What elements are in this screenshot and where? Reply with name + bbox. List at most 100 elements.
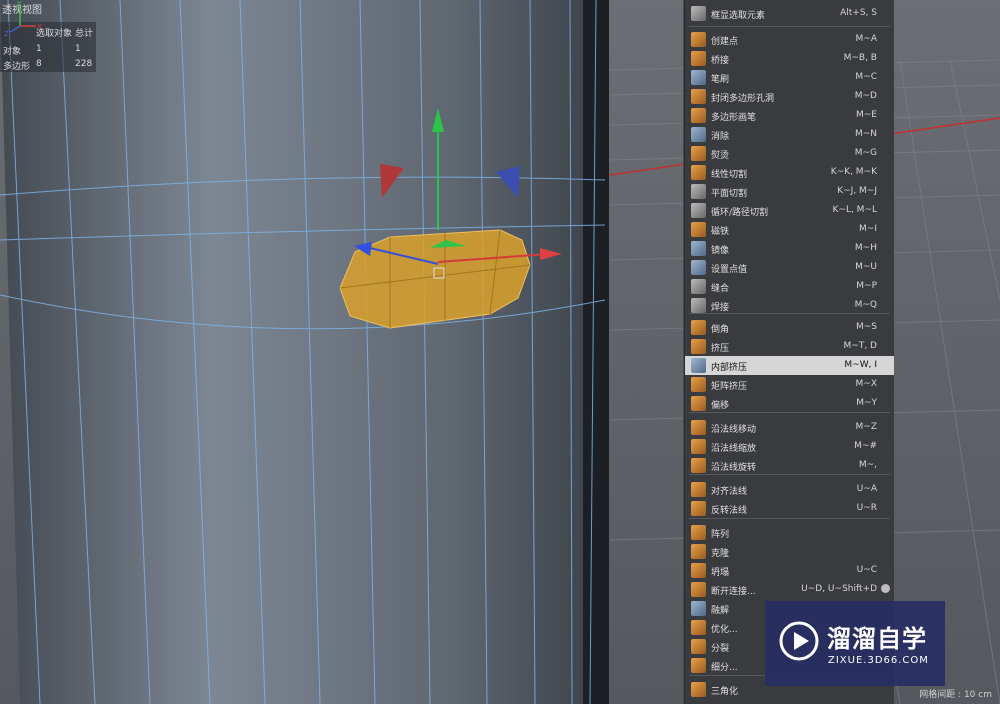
extrude-icon	[691, 339, 706, 354]
menu-item-shortcut: U~A	[856, 484, 877, 494]
menu-item[interactable]: 熨烫 M~G	[685, 144, 894, 163]
menu-item[interactable]: 偏移 M~Y	[685, 394, 894, 413]
menu-item[interactable]: 笔刷 M~C	[685, 68, 894, 87]
menu-item-label: 创建点	[711, 37, 739, 47]
menu-item-shortcut: U~C	[856, 565, 877, 575]
line-cut-icon	[691, 165, 706, 180]
clone-icon	[691, 544, 706, 559]
menu-item-shortcut: K~L, M~L	[832, 205, 878, 215]
menu-item[interactable]: 镜像 M~H	[685, 239, 894, 258]
menu-item[interactable]: 平面切割 K~J, M~J	[685, 182, 894, 201]
menu-item[interactable]: 多边形画笔 M~E	[685, 106, 894, 125]
menu-item-shortcut: M~G	[854, 148, 877, 158]
menu-item[interactable]: 沿法线旋转 M~,	[685, 456, 894, 475]
normal-rotate-icon	[691, 458, 706, 473]
menu-item[interactable]: 断开连接... U~D, U~Shift+D	[685, 580, 894, 599]
offset-icon	[691, 396, 706, 411]
menu-item[interactable]: 矩阵挤压 M~X	[685, 375, 894, 394]
inner-extrude-icon	[691, 358, 706, 373]
menu-item[interactable]: 对齐法线 U~A	[685, 480, 894, 499]
menu-item-label: 对齐法线	[711, 487, 748, 497]
watermark-subtitle: ZIXUE.3D66.COM	[828, 655, 929, 666]
menu-item[interactable]: 沿法线移动 M~Z	[685, 418, 894, 437]
menu-item-label: 循环/路径切割	[711, 208, 769, 218]
menu-item-shortcut: M~T, D	[843, 341, 877, 351]
array-icon	[691, 525, 706, 540]
menu-separator	[689, 518, 890, 519]
menu-item-shortcut: M~W, I	[844, 360, 877, 370]
menu-item-label: 克隆	[711, 549, 730, 559]
close-hole-icon	[691, 89, 706, 104]
frame-selection-icon	[691, 6, 706, 21]
menu-item[interactable]: 反转法线 U~R	[685, 499, 894, 518]
menu-item-label: 焊接	[711, 303, 730, 313]
menu-item[interactable]: 沿法线缩放 M~#	[685, 437, 894, 456]
stats-header-total: 总计	[75, 29, 94, 39]
normal-scale-icon	[691, 439, 706, 454]
menu-separator	[689, 26, 890, 27]
menu-item-label: 多边形画笔	[711, 113, 757, 123]
menu-item-label: 磁铁	[711, 227, 730, 237]
menu-item[interactable]: 焊接 M~Q	[685, 296, 894, 315]
menu-item-shortcut: M~P	[856, 281, 877, 291]
menu-item[interactable]: 坍塌 U~C	[685, 561, 894, 580]
menu-item-label: 矩阵挤压	[711, 382, 748, 392]
menu-item[interactable]: 框显选取元素 Alt+S, S	[685, 4, 894, 23]
menu-item-label: 线性切割	[711, 170, 748, 180]
menu-item-label: 断开连接...	[711, 587, 756, 597]
menu-item[interactable]: 线性切割 K~K, M~K	[685, 163, 894, 182]
menu-item[interactable]: 挤压 M~T, D	[685, 337, 894, 356]
menu-item[interactable]: 创建点 M~A	[685, 30, 894, 49]
menu-item-label: 消除	[711, 132, 730, 142]
menu-item-label: 分裂	[711, 644, 730, 654]
menu-item[interactable]: 消除 M~N	[685, 125, 894, 144]
menu-item-label: 熨烫	[711, 151, 730, 161]
menu-item-label: 挤压	[711, 344, 730, 354]
menu-item-label: 内部挤压	[711, 363, 748, 373]
menu-item-shortcut: M~N	[854, 129, 877, 139]
menu-item-shortcut: M~E	[856, 110, 877, 120]
menu-item-label: 优化...	[711, 625, 738, 635]
menu-item[interactable]: 磁铁 M~I	[685, 220, 894, 239]
axis-indicator-icon: Y X Z	[4, 0, 42, 38]
menu-item-shortcut: M~I	[859, 224, 877, 234]
menu-item-label: 坍塌	[711, 568, 730, 578]
menu-item-shortcut: M~C	[855, 72, 877, 82]
menu-item-shortcut: M~Q	[854, 300, 877, 310]
normal-move-icon	[691, 420, 706, 435]
split-icon	[691, 639, 706, 654]
menu-item[interactable]: 阵列	[685, 523, 894, 542]
polygon-pen-icon	[691, 108, 706, 123]
menu-item[interactable]: 倒角 M~S	[685, 318, 894, 337]
menu-item-label: 细分...	[711, 663, 738, 673]
stitch-icon	[691, 279, 706, 294]
menu-item-shortcut: M~S	[855, 322, 877, 332]
triangulate-icon	[691, 682, 706, 697]
menu-item[interactable]: 内部挤压 M~W, I	[685, 356, 894, 375]
menu-item-shortcut: M~A	[855, 34, 877, 44]
menu-item-shortcut: M~X	[855, 379, 877, 389]
menu-item-shortcut: M~,	[858, 460, 877, 470]
menu-item-label: 倒角	[711, 325, 730, 335]
axis-label-y: Y	[16, 0, 22, 8]
menu-item[interactable]: 设置点值 M~U	[685, 258, 894, 277]
axis-label-z: Z	[4, 30, 9, 38]
menu-item-label: 笔刷	[711, 75, 730, 85]
menu-item-label: 沿法线缩放	[711, 444, 757, 454]
menu-item-label: 三角化	[711, 687, 739, 697]
cylinder-mesh	[0, 0, 608, 704]
menu-item-label: 镜像	[711, 246, 730, 256]
menu-item[interactable]: 克隆	[685, 542, 894, 561]
menu-item[interactable]: 缝合 M~P	[685, 277, 894, 296]
menu-item-shortcut: M~Y	[856, 398, 877, 408]
menu-item[interactable]: 桥接 M~B, B	[685, 49, 894, 68]
bridge-icon	[691, 51, 706, 66]
play-logo-icon	[779, 621, 819, 661]
menu-item[interactable]: 循环/路径切割 K~L, M~L	[685, 201, 894, 220]
menu-item-shortcut: K~K, M~K	[830, 167, 877, 177]
weld-icon	[691, 298, 706, 313]
gear-icon[interactable]	[881, 584, 890, 593]
menu-item[interactable]: 封闭多边形孔洞 M~D	[685, 87, 894, 106]
collapse-icon	[691, 563, 706, 578]
plane-cut-icon	[691, 184, 706, 199]
